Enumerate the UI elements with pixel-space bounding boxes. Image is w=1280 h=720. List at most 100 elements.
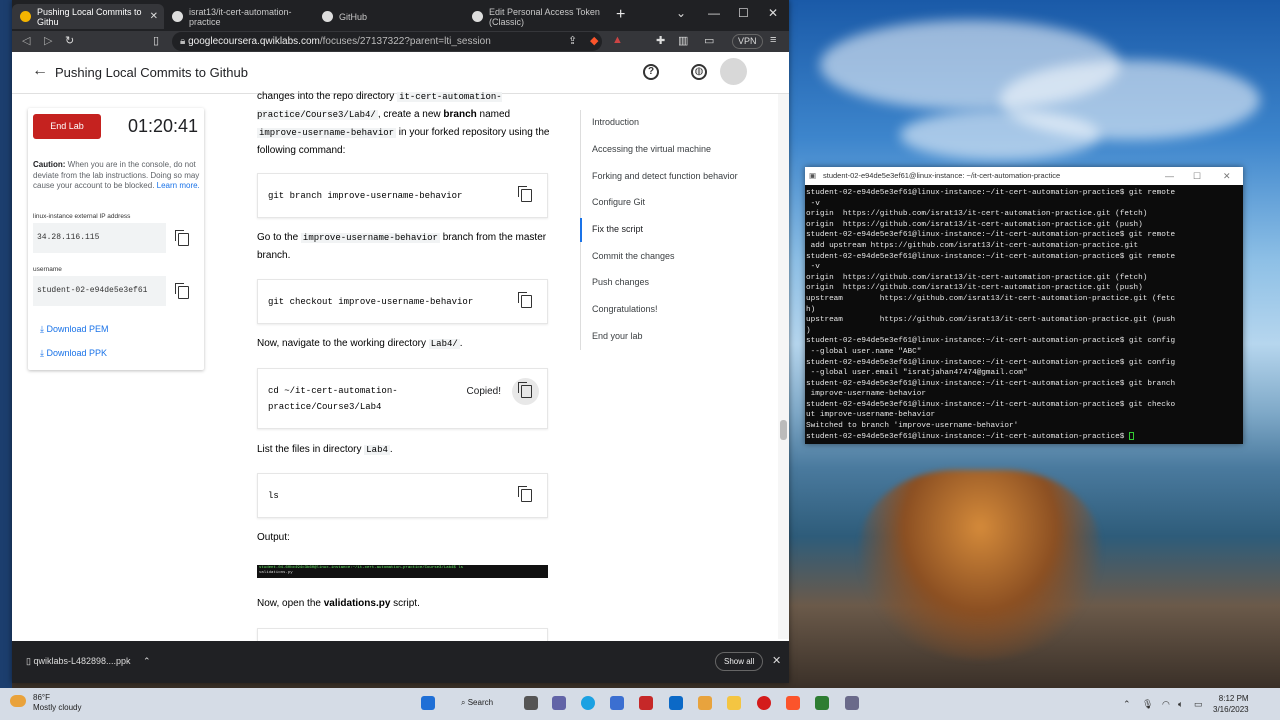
app-icon[interactable]	[698, 696, 712, 710]
maximize-icon[interactable]: ☐	[1193, 167, 1201, 185]
copy-icon[interactable]	[175, 230, 189, 246]
close-window-icon[interactable]: ✕	[1223, 167, 1231, 185]
share-icon[interactable]: ⇪	[568, 34, 577, 47]
learn-more-link[interactable]: Learn more.	[157, 181, 200, 190]
address-bar[interactable]: 🔒︎ googlecoursera.qwiklabs.com/focuses/2…	[172, 32, 602, 51]
volume-icon[interactable]: 🔈︎	[1178, 699, 1183, 710]
task-view-icon[interactable]	[524, 696, 538, 710]
code-text: cd ~/it-cert-automation-	[268, 385, 398, 396]
back-nav-icon[interactable]: ◁	[22, 34, 30, 47]
scrollbar[interactable]	[778, 94, 789, 639]
reload-icon[interactable]: ↻	[65, 34, 74, 47]
show-all-button[interactable]: Show all	[715, 652, 764, 671]
toc-item-accessing-vm[interactable]: Accessing the virtual machine	[592, 144, 711, 154]
code-block-partial	[257, 628, 548, 641]
brave-rewards-icon[interactable]: ▲	[612, 34, 623, 46]
url-host: googlecoursera.qwiklabs.com	[188, 36, 320, 47]
toc-item-configure-git[interactable]: Configure Git	[592, 197, 645, 207]
toc-item-introduction[interactable]: Introduction	[592, 117, 639, 127]
terminal-line: improve-username-behavior	[806, 390, 926, 399]
bookmark-icon[interactable]: ▯	[153, 34, 159, 47]
brave-shield-icon[interactable]: ◆	[590, 34, 598, 47]
tab-israt13-repo[interactable]: israt13/it-cert-automation-practice	[164, 4, 314, 29]
minimize-icon[interactable]: —	[1165, 167, 1174, 185]
help-icon[interactable]: ?	[643, 64, 659, 80]
terminal-title: student-02-e94de5e3ef61@linux-instance: …	[823, 171, 1061, 180]
sidebar-icon[interactable]: ▥	[678, 34, 688, 47]
download-pem-link[interactable]: ⤓ Download PEM	[40, 324, 109, 335]
wifi-icon[interactable]: ◠	[1162, 699, 1170, 710]
system-clock[interactable]: 8:12 PM 3/16/2023	[1213, 693, 1249, 715]
weather-widget[interactable]: 86°F Mostly cloudy	[33, 693, 81, 713]
terminal-output[interactable]: student-02-e94de5e3ef61@linux-instance:~…	[805, 185, 1243, 444]
forward-nav-icon[interactable]: ▷	[44, 34, 52, 47]
windows-start-icon[interactable]	[421, 696, 435, 710]
tab-search-chevron-icon[interactable]: ⌄	[676, 6, 686, 20]
inline-code: improve-username-behavior	[257, 128, 397, 138]
scrollbar-thumb[interactable]	[780, 420, 787, 440]
maximize-icon[interactable]: ☐	[738, 6, 749, 20]
end-lab-button[interactable]: End Lab	[33, 114, 101, 139]
vpn-button[interactable]: VPN	[732, 34, 763, 49]
download-ppk-link[interactable]: ⤓ Download PPK	[40, 348, 107, 359]
teams-icon[interactable]	[552, 696, 566, 710]
putty-config-icon[interactable]	[845, 696, 859, 710]
back-arrow-icon[interactable]: ←	[32, 62, 48, 80]
battery-icon[interactable]: ▭	[1194, 699, 1203, 710]
wallet-icon[interactable]: ▭	[704, 34, 714, 47]
toc-item-end-lab[interactable]: End your lab	[592, 331, 643, 341]
terminal-line: --global user.email "isratjahan47474@gma…	[806, 369, 1028, 378]
toc-item-commit[interactable]: Commit the changes	[592, 251, 675, 261]
copy-icon[interactable]	[518, 486, 532, 502]
taskbar-search[interactable]: ⌕ Search	[461, 698, 493, 708]
download-ppk-label: Download PPK	[46, 348, 108, 358]
tab-github[interactable]: GitHub	[314, 4, 464, 29]
terminal-line: upstream https://github.com/israt13/it-c…	[806, 294, 1176, 303]
file-explorer-icon[interactable]	[727, 696, 741, 710]
opera-icon[interactable]	[757, 696, 771, 710]
terminal-line: student-02-e94de5e3ef61@linux-instance:~…	[806, 400, 1176, 409]
putty-icon[interactable]	[815, 696, 829, 710]
username-label: username	[33, 266, 62, 273]
toc-item-congratulations[interactable]: Congratulations!	[592, 304, 658, 314]
gift-app-icon[interactable]	[639, 696, 653, 710]
text: script.	[390, 598, 420, 609]
chevron-up-icon[interactable]: ⌃	[143, 656, 151, 666]
download-item[interactable]: ▯ qwiklabs-L482898....ppk ⌃	[26, 656, 151, 667]
toc-item-forking[interactable]: Forking and detect function behavior	[592, 171, 738, 181]
close-downloads-icon[interactable]: ✕	[772, 654, 781, 667]
copy-icon[interactable]	[518, 292, 532, 308]
edge-icon[interactable]	[581, 696, 595, 710]
tray-chevron-icon[interactable]: ⌃	[1123, 699, 1131, 710]
brave-icon[interactable]	[786, 696, 800, 710]
close-tab-icon[interactable]: ✕	[150, 11, 158, 22]
toc-item-push[interactable]: Push changes	[592, 277, 649, 287]
microphone-icon[interactable]: 🎙︎	[1142, 699, 1153, 710]
menu-icon[interactable]: ≡	[770, 34, 776, 46]
terminal-line: -v	[806, 199, 820, 208]
mail-icon[interactable]	[669, 696, 683, 710]
terminal-line: ut improve-username-behavior	[806, 411, 936, 420]
toc-item-fix-script[interactable]: Fix the script	[592, 224, 643, 234]
instruction-paragraph: Now, navigate to the working directory L…	[257, 335, 557, 353]
avatar[interactable]	[720, 58, 747, 85]
tab-edit-token[interactable]: Edit Personal Access Token (Classic)	[464, 4, 614, 29]
terminal-titlebar: ▣ student-02-e94de5e3ef61@linux-instance…	[805, 167, 1243, 185]
minimize-icon[interactable]: —	[708, 6, 720, 20]
extensions-icon[interactable]: ✚	[656, 34, 665, 47]
terminal-line: student-02-e94de5e3ef61@linux-instance:~…	[806, 379, 1176, 388]
ip-field[interactable]: 34.28.116.115	[33, 223, 166, 253]
close-window-icon[interactable]: ✕	[768, 6, 778, 20]
inline-code: improve-username-behavior	[300, 233, 440, 243]
code-text: git checkout improve-username-behavior	[268, 296, 474, 307]
username-field[interactable]: student-02-e94de5e3ef61	[33, 276, 166, 306]
language-globe-icon[interactable]: ◍	[691, 64, 707, 80]
tab-pushing-commits[interactable]: Pushing Local Commits to Githu ✕	[12, 4, 164, 29]
copy-icon[interactable]	[518, 382, 532, 398]
new-tab-icon[interactable]: +	[616, 6, 625, 24]
instruction-paragraph: Now, open the validations.py script.	[257, 595, 557, 612]
tab-label: Pushing Local Commits to Githu	[37, 6, 142, 27]
store-icon[interactable]	[610, 696, 624, 710]
copy-icon[interactable]	[175, 283, 189, 299]
copy-icon[interactable]	[518, 186, 532, 202]
